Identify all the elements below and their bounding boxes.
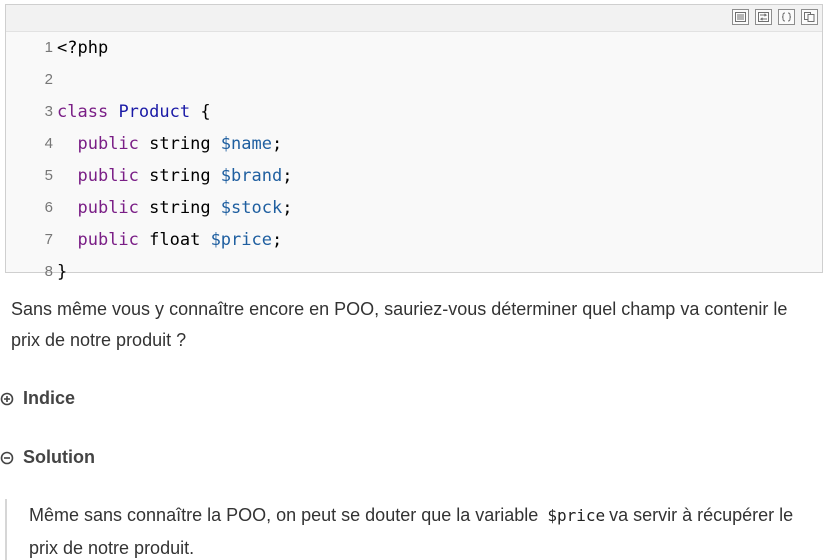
code-toolbar-icons (732, 9, 818, 25)
code-token: $name (220, 134, 272, 154)
view-source-icon[interactable] (732, 9, 749, 25)
solution-text-before: Même sans connaître la POO, on peut se d… (29, 505, 539, 525)
code-token: { (190, 102, 211, 122)
code-token: ; (282, 166, 293, 186)
line-number: 6 (44, 199, 53, 216)
expand-plus-icon (0, 392, 14, 405)
code-source: public string $stock; (57, 192, 292, 224)
code-line: 2 (6, 64, 822, 96)
code-lines: 1 <?php 2 3 class Product {4 public string $… (6, 32, 822, 288)
code-token: ; (282, 198, 293, 218)
code-token: class (57, 102, 109, 122)
toggle-indice-label: Indice (23, 388, 76, 408)
line-number: 8 (44, 263, 53, 280)
code-line: 4 public string $name; (6, 128, 822, 160)
code-token: $price (210, 230, 272, 250)
code-source: class Product { (57, 96, 211, 128)
line-number: 1 (44, 39, 53, 56)
code-token: <?php (57, 38, 109, 58)
code-line: 8} (6, 256, 822, 288)
code-token: } (57, 262, 68, 282)
wrap-lines-icon[interactable] (755, 9, 772, 25)
code-token: string (138, 134, 221, 154)
code-block: 1 <?php 2 3 class Product {4 public string $… (5, 4, 823, 282)
code-token: Product (118, 102, 191, 122)
code-token: string (138, 198, 221, 218)
code-token: ; (271, 134, 283, 154)
line-number: 7 (44, 231, 53, 248)
line-number: 3 (44, 103, 53, 120)
code-token: float (138, 230, 211, 250)
code-source: <?php (57, 32, 108, 64)
code-line: 1 <?php (6, 32, 822, 64)
code-source: public string $name; (57, 128, 282, 160)
code-token: $stock (220, 198, 283, 218)
collapse-minus-icon (0, 451, 14, 464)
code-token: public (77, 134, 139, 154)
copy-icon[interactable] (801, 9, 818, 25)
question-text: Sans même vous y connaître encore en POO… (11, 299, 788, 350)
solution-inline-code: $price (547, 506, 606, 525)
code-token: public (77, 166, 139, 186)
solution-content: Même sans connaître la POO, on peut se d… (5, 499, 825, 560)
toggle-indice[interactable]: Indice (0, 388, 75, 409)
code-expand-icon[interactable] (778, 9, 795, 25)
code-token: string (138, 166, 221, 186)
line-number: 5 (44, 167, 53, 184)
code-source: public float $price; (57, 224, 282, 256)
code-token: $brand (220, 166, 283, 186)
code-token: ; (271, 230, 283, 250)
code-token: public (77, 198, 139, 218)
code-line: 6 public string $stock; (6, 192, 822, 224)
code-line: 7 public float $price; (6, 224, 822, 256)
toggle-solution[interactable]: Solution (0, 447, 95, 468)
code-line: 5 public string $brand; (6, 160, 822, 192)
line-number: 2 (44, 71, 53, 88)
line-number: 4 (44, 135, 53, 152)
toggle-solution-label: Solution (23, 447, 95, 467)
page: 1 <?php 2 3 class Product {4 public string $… (0, 0, 837, 560)
code-source: public string $brand; (57, 160, 292, 192)
code-toolbar (6, 5, 822, 32)
code-token: public (77, 230, 139, 250)
code-line: 3 class Product { (6, 96, 822, 128)
code-source: } (57, 256, 67, 288)
